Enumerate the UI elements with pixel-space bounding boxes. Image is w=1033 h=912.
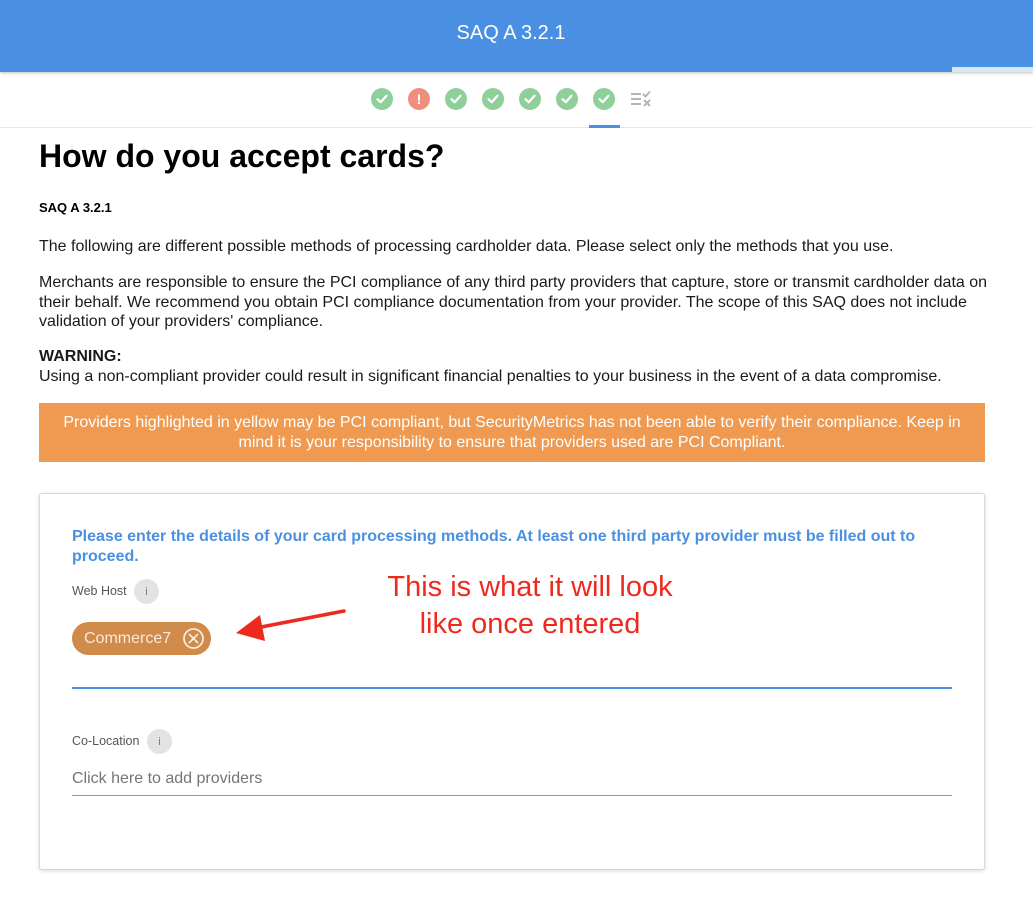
web-host-info-icon[interactable]: i (134, 579, 159, 604)
step-5-complete[interactable] (519, 88, 541, 110)
step-1-complete[interactable] (371, 88, 393, 110)
annotation-text: This is what it will look like once ente… (372, 569, 688, 643)
annotation-arrow-icon (236, 609, 346, 641)
web-host-input-underline[interactable] (72, 687, 952, 689)
warning-block: WARNING: Using a non-compliant provider … (39, 347, 989, 386)
check-icon (524, 94, 536, 104)
exclamation-icon: ! (416, 91, 422, 107)
page-subtitle: SAQ A 3.2.1 (39, 200, 112, 215)
check-icon (561, 94, 573, 104)
page-title: How do you accept cards? (39, 138, 445, 174)
active-step-indicator (589, 125, 620, 128)
card-processing-form: Please enter the details of your card pr… (39, 493, 985, 870)
form-instructions: Please enter the details of your card pr… (72, 528, 916, 565)
provider-chip[interactable]: Commerce7 (72, 622, 211, 655)
check-icon (598, 94, 610, 104)
annotation-line-2: like once entered (419, 608, 641, 640)
review-list-icon (631, 90, 651, 107)
step-2-error[interactable]: ! (408, 88, 430, 110)
annotation-line-1: This is what it will look (387, 571, 673, 603)
co-location-info-icon[interactable]: i (147, 729, 172, 754)
header-title: SAQ A 3.2.1 (456, 22, 566, 44)
step-3-complete[interactable] (445, 88, 467, 110)
check-icon (487, 94, 499, 104)
step-4-complete[interactable] (482, 88, 504, 110)
step-8-review[interactable] (629, 88, 655, 110)
web-host-label: Web Host (72, 584, 127, 598)
co-location-label: Co-Location (72, 734, 140, 748)
app-header: SAQ A 3.2.1 (0, 0, 1033, 72)
step-navigation: ! (0, 72, 1033, 128)
warning-label: WARNING: (39, 348, 122, 365)
step-7-current[interactable] (593, 88, 615, 110)
warning-text: Using a non-compliant provider could res… (39, 367, 942, 385)
intro-text: The following are different possible met… (39, 238, 894, 255)
merchants-note: Merchants are responsible to ensure the … (39, 274, 988, 330)
check-icon (450, 94, 462, 104)
co-location-input[interactable] (72, 770, 952, 788)
co-location-input-underline (72, 795, 952, 796)
check-icon (376, 94, 388, 104)
providers-alert-banner: Providers highlighted in yellow may be P… (39, 403, 985, 462)
provider-chip-label: Commerce7 (84, 629, 172, 647)
remove-chip-icon[interactable] (182, 627, 205, 650)
step-6-complete[interactable] (556, 88, 578, 110)
